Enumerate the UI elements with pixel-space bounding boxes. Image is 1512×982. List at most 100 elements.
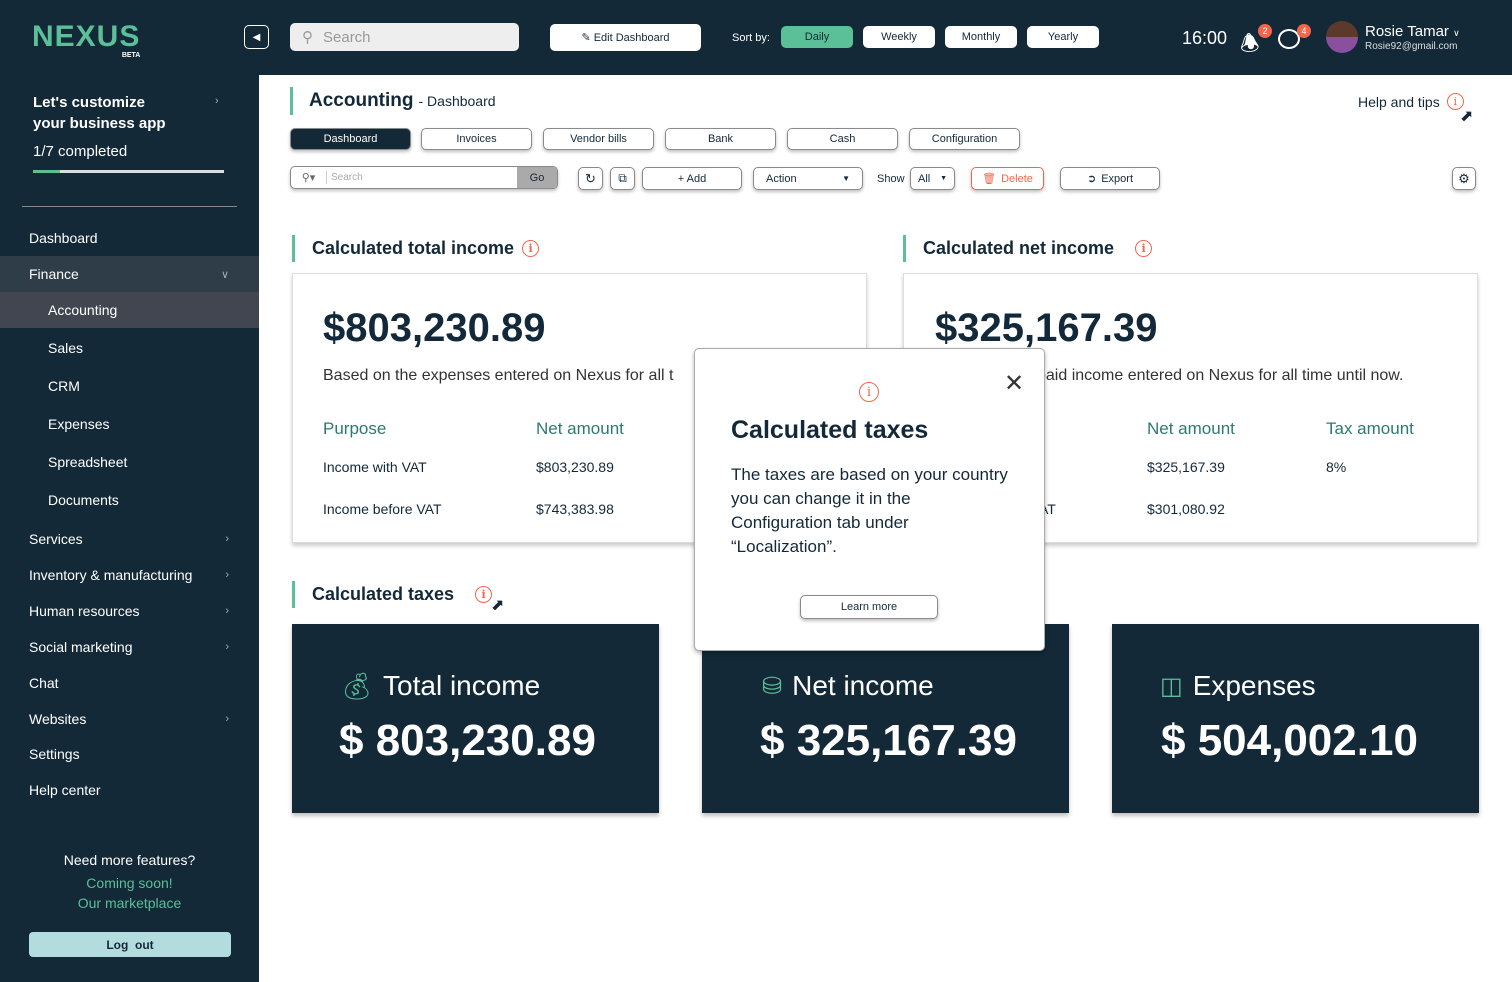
sidebar-item-chat[interactable]: Chat (0, 665, 259, 701)
sidebar-item-dashboard[interactable]: Dashboard (0, 220, 259, 256)
sort-daily[interactable]: Daily (781, 26, 853, 48)
edit-icon: ✎ (581, 32, 594, 44)
sidebar-item-services[interactable]: Services › (0, 521, 259, 557)
net-income-value: $ 325,167.39 (760, 716, 1017, 765)
total-income-heading: Calculated total income i (292, 235, 540, 262)
sidebar: Let's customize your business app › 1/7 c… (0, 75, 259, 982)
sidebar-item-accounting[interactable]: Accounting (0, 292, 259, 328)
chevron-right-icon: › (215, 95, 219, 107)
user-email: Rosie92@gmail.com (1365, 41, 1458, 52)
go-button[interactable]: Go (517, 167, 557, 188)
total-income-value: $ 803,230.89 (339, 716, 596, 765)
marketplace-link[interactable]: Our marketplace (0, 893, 259, 913)
divider (22, 206, 237, 207)
net-income-heading: Calculated net income i (903, 235, 1153, 262)
chevron-right-icon: › (225, 605, 229, 617)
column-header-net-amount: Net amount (1147, 419, 1235, 438)
info-icon[interactable]: i (522, 240, 540, 257)
sidebar-item-crm[interactable]: CRM (0, 368, 259, 404)
trash-icon: 🗑 (982, 173, 997, 185)
sidebar-item-settings[interactable]: Settings (0, 736, 259, 772)
edit-dashboard-button[interactable]: ✎ Edit Dashboard (550, 24, 701, 51)
avatar[interactable] (1326, 21, 1358, 53)
info-icon[interactable]: i (475, 586, 493, 603)
sidebar-item-social-marketing[interactable]: Social marketing › (0, 629, 259, 665)
bell-icon[interactable]: 🕭 (1240, 27, 1260, 65)
show-label: Show (877, 173, 905, 185)
sidebar-item-sales[interactable]: Sales (0, 330, 259, 366)
popover-title: Calculated taxes (731, 416, 929, 444)
table-cell: 8% (1326, 459, 1347, 475)
sidebar-item-spreadsheet[interactable]: Spreadsheet (0, 444, 259, 480)
calculated-taxes-popover: i ✕ Calculated taxes The taxes are based… (694, 348, 1045, 651)
sidebar-item-inventory[interactable]: Inventory & manufacturing › (0, 557, 259, 593)
onboarding-link[interactable]: Let's customize your business app (33, 92, 166, 134)
refresh-button[interactable]: ↻ (578, 167, 603, 190)
chevron-right-icon: › (225, 533, 229, 545)
search-input[interactable]: ⚲ Search (290, 23, 519, 51)
sort-by-label: Sort by: (732, 32, 770, 44)
user-name[interactable]: Rosie Tamar ∨ (1365, 23, 1460, 40)
coming-soon-text: Coming soon! (86, 875, 173, 891)
action-dropdown[interactable]: Action ▼ (753, 167, 863, 190)
sidebar-item-documents[interactable]: Documents (0, 482, 259, 518)
top-bar: NEXUS BETA ◀ ⚲ Search ✎ Edit Dashboard Sor… (0, 0, 1512, 75)
add-button[interactable]: + Add (642, 167, 742, 190)
search-filter-icon[interactable]: ⚲▾ (291, 171, 327, 184)
sidebar-item-expenses[interactable]: Expenses (0, 406, 259, 442)
chevron-right-icon: › (225, 569, 229, 581)
collapse-sidebar-button[interactable]: ◀ (244, 25, 269, 49)
close-icon[interactable]: ✕ (1004, 369, 1024, 398)
tab-vendor-bills[interactable]: Vendor bills (543, 128, 654, 150)
tab-dashboard[interactable]: Dashboard (290, 128, 411, 150)
column-header-tax-amount: Tax amount (1326, 419, 1414, 438)
info-icon[interactable]: i (1135, 240, 1153, 257)
more-features-text: Need more features? (63, 852, 196, 868)
total-income-stat-card: 💰︎ Total income $ 803,230.89 (292, 624, 659, 813)
cursor-icon: ⬈ (1460, 108, 1474, 125)
export-button[interactable]: ➲ Export (1060, 167, 1160, 190)
notification-badge: 2 (1258, 24, 1272, 38)
learn-more-button[interactable]: Learn more (800, 595, 938, 619)
total-income-description: Based on the expenses entered on Nexus f… (323, 367, 674, 384)
table-cell: $743,383.98 (536, 501, 614, 517)
cursor-icon: ⬈ (491, 597, 505, 614)
table-cell: $803,230.89 (536, 459, 614, 475)
clock: 16:00 (1182, 28, 1228, 48)
net-income-stat-card: ⛁ Net income $ 325,167.39 (702, 624, 1069, 813)
sidebar-item-websites[interactable]: Websites › (0, 701, 259, 737)
page-title: Accounting - Dashboard (290, 87, 496, 115)
logout-button[interactable]: Log out (29, 932, 231, 957)
sort-yearly[interactable]: Yearly (1027, 26, 1099, 48)
tab-invoices[interactable]: Invoices (421, 128, 532, 150)
hand-cash-icon: ◫ (1160, 672, 1183, 700)
popover-body: The taxes are based on your country you … (731, 465, 1008, 556)
net-income-description: paid income entered on Nexus for all tim… (1037, 367, 1404, 384)
expenses-stat-card: ◫ Expenses $ 504,002.10 (1112, 624, 1479, 813)
help-and-tips-link[interactable]: Help and tips i (1358, 93, 1464, 110)
table-cell: Income before VAT (323, 501, 442, 517)
settings-button[interactable]: ⚙ (1452, 167, 1476, 190)
sort-weekly[interactable]: Weekly (863, 26, 935, 48)
sort-monthly[interactable]: Monthly (945, 26, 1017, 48)
money-bag-icon: 💰︎ (340, 670, 374, 701)
expenses-value: $ 504,002.10 (1161, 716, 1418, 765)
chevron-right-icon: › (225, 641, 229, 653)
progress-bar (33, 170, 224, 173)
nexus-logo: NEXUS BETA (32, 20, 141, 59)
table-search-input[interactable]: ⚲▾ Search Go (290, 166, 558, 189)
sidebar-item-help-center[interactable]: Help center (0, 772, 259, 808)
tab-cash[interactable]: Cash (787, 128, 898, 150)
delete-button[interactable]: 🗑 Delete (971, 167, 1044, 190)
column-header-purpose: Purpose (323, 419, 387, 438)
show-dropdown[interactable]: All ▼ (910, 167, 955, 190)
chevron-right-icon: › (225, 713, 229, 725)
progress-label: 1/7 completed (33, 143, 128, 160)
tab-configuration[interactable]: Configuration (909, 128, 1020, 150)
chevron-down-icon: ∨ (220, 268, 229, 281)
sidebar-item-human-resources[interactable]: Human resources › (0, 593, 259, 629)
sidebar-item-finance[interactable]: Finance ∨ (0, 256, 259, 292)
copy-button[interactable]: ⧉ (610, 167, 635, 190)
messages-badge: 4 (1297, 24, 1311, 38)
tab-bank[interactable]: Bank (665, 128, 776, 150)
